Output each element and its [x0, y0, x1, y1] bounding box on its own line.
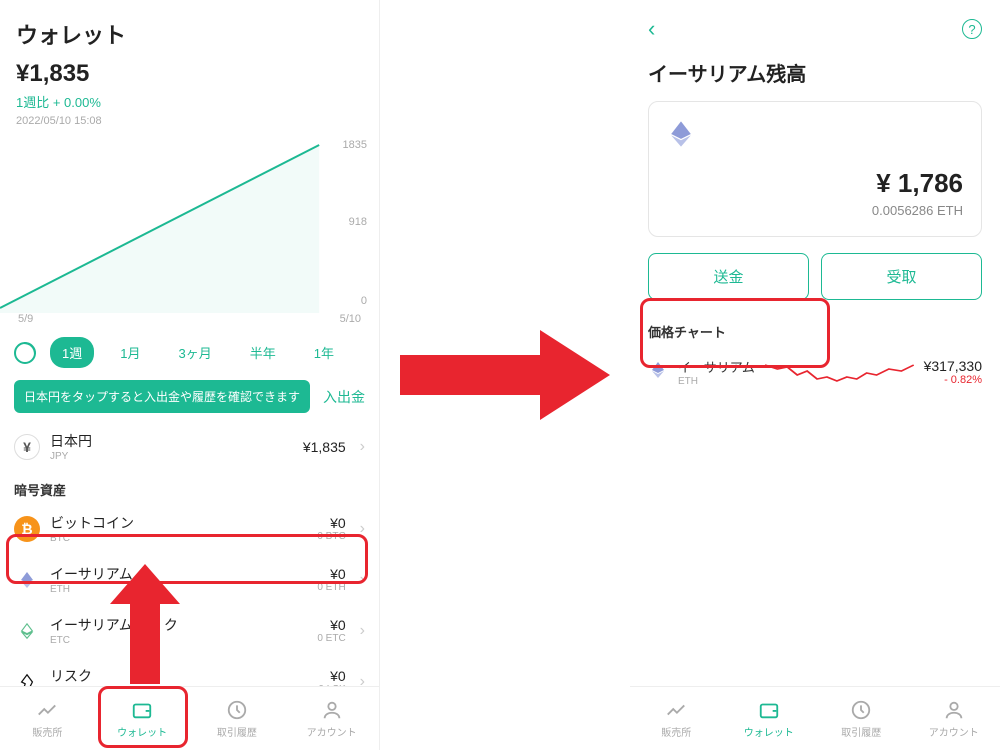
ethereum-icon: [648, 360, 668, 385]
deposit-withdraw-link[interactable]: 入出金: [323, 387, 365, 407]
range-3m[interactable]: 3ヶ月: [166, 337, 223, 368]
wallet-screen: ウォレット ¥1,835 1週比 + 0.00% 2022/05/10 15:0…: [0, 0, 380, 750]
asset-row-etc[interactable]: イーサリアム クETC ¥00 ETC ›: [0, 605, 379, 656]
jpy-tip: 日本円をタップすると入出金や履歴を確認できます: [14, 380, 310, 413]
crypto-section-label: 暗号資産: [0, 472, 379, 503]
action-buttons: 送金 受取: [630, 237, 1000, 316]
balance-chart[interactable]: 1835 918 0: [0, 133, 379, 313]
tab-wallet[interactable]: ウォレット: [723, 687, 816, 750]
wallet-header: ウォレット ¥1,835 1週比 + 0.00% 2022/05/10 15:0…: [0, 0, 379, 133]
back-button[interactable]: ‹: [648, 16, 655, 42]
tab-exchange[interactable]: 販売所: [0, 687, 95, 750]
chevron-right-icon: ›: [360, 438, 365, 456]
yen-icon: ¥: [14, 434, 40, 460]
sparkline-chart: [765, 357, 914, 387]
tab-history[interactable]: 取引履歴: [815, 687, 908, 750]
ethereum-icon: [14, 567, 40, 593]
etc-icon: [14, 618, 40, 644]
detail-header: ‹ ?: [630, 0, 1000, 48]
range-1m[interactable]: 1月: [108, 337, 152, 368]
range-1y[interactable]: 1年: [302, 337, 346, 368]
tab-exchange[interactable]: 販売所: [630, 687, 723, 750]
tab-bar: 販売所 ウォレット 取引履歴 アカウント: [630, 686, 1000, 750]
jpy-name: 日本円: [50, 431, 293, 451]
receive-button[interactable]: 受取: [821, 253, 982, 300]
chart-xstart: 5/9: [18, 313, 33, 325]
page-title: ウォレット: [16, 18, 363, 50]
tip-row: 日本円をタップすると入出金や履歴を確認できます 入出金: [0, 372, 379, 421]
arrow-right-icon: [400, 330, 610, 420]
send-button[interactable]: 送金: [648, 253, 809, 300]
price-chart-label: 価格チャート: [630, 316, 1000, 347]
total-balance: ¥1,835: [16, 60, 363, 88]
card-balance-eth: 0.0056286 ETH: [667, 203, 963, 218]
chart-xend: 5/10: [340, 313, 361, 325]
price-symbol: ETH: [678, 376, 755, 387]
asset-row-btc[interactable]: ₿ ビットコインBTC ¥00 BTC ›: [0, 503, 379, 554]
jpy-symbol: JPY: [50, 451, 293, 462]
ethereum-icon: [667, 120, 963, 148]
asset-row-eth[interactable]: イーサリアムETH ¥00 ETH ›: [0, 554, 379, 605]
tab-wallet[interactable]: ウォレット: [95, 687, 190, 750]
refresh-icon[interactable]: [14, 342, 36, 364]
tab-account[interactable]: アカウント: [908, 687, 1000, 750]
jpy-value: ¥1,835: [303, 439, 346, 455]
bitcoin-icon: ₿: [14, 516, 40, 542]
range-6m[interactable]: 半年: [238, 337, 288, 368]
chart-xaxis: 5/9 5/10: [0, 313, 379, 325]
arrow-up-icon: [110, 564, 180, 684]
chart-ymax: 1835: [343, 139, 367, 151]
price-change: - 0.82%: [924, 374, 982, 386]
chart-ymin: 0: [361, 295, 367, 307]
price-name: イーサリアム: [678, 357, 755, 376]
chevron-right-icon: ›: [360, 673, 365, 687]
balance-card: ¥ 1,786 0.0056286 ETH: [648, 101, 982, 237]
eth-balance-screen: ‹ ? イーサリアム残高 ¥ 1,786 0.0056286 ETH 送金 受取…: [630, 0, 1000, 750]
card-balance-jpy: ¥ 1,786: [667, 168, 963, 199]
tab-account[interactable]: アカウント: [284, 687, 379, 750]
chevron-right-icon: ›: [360, 520, 365, 538]
price-row-eth[interactable]: イーサリアム ETH ¥317,330 - 0.82%: [630, 347, 1000, 397]
transition-arrow-area: [380, 0, 630, 750]
chevron-right-icon: ›: [360, 571, 365, 589]
price-value: ¥317,330: [924, 358, 982, 374]
balance-change: 1週比 + 0.00%: [16, 92, 363, 111]
tab-history[interactable]: 取引履歴: [190, 687, 285, 750]
help-icon[interactable]: ?: [962, 19, 982, 39]
jpy-row[interactable]: ¥ 日本円 JPY ¥1,835 ›: [0, 421, 379, 472]
detail-title: イーサリアム残高: [630, 48, 1000, 101]
range-1w[interactable]: 1週: [50, 337, 94, 368]
lisk-icon: [14, 669, 40, 687]
range-selector: 1週 1月 3ヶ月 半年 1年: [0, 325, 379, 372]
timestamp: 2022/05/10 15:08: [16, 115, 363, 127]
tab-bar: 販売所 ウォレット 取引履歴 アカウント: [0, 686, 379, 750]
asset-list: ¥ 日本円 JPY ¥1,835 › 暗号資産 ₿ ビットコインBTC ¥00 …: [0, 421, 379, 686]
chevron-right-icon: ›: [360, 622, 365, 640]
asset-row-lsk[interactable]: リスクLSK ¥00 LSK ›: [0, 656, 379, 686]
chart-ymid: 918: [349, 216, 367, 228]
